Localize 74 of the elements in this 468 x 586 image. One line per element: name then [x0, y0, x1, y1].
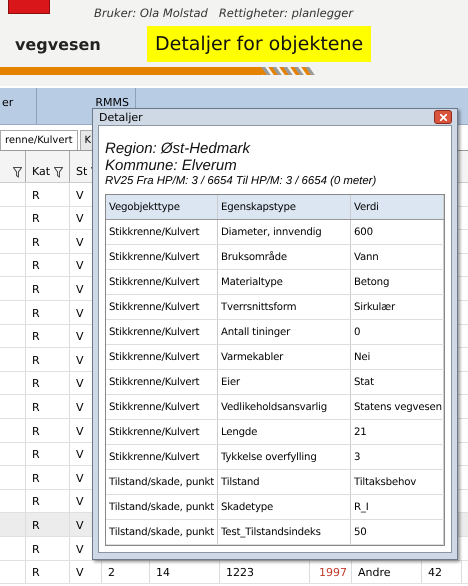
column-title: Kat: [32, 165, 50, 178]
table-cell: R: [26, 324, 70, 348]
brand-name: vegvesen: [14, 34, 102, 54]
table-cell: Statens vegvesen: [351, 395, 444, 419]
table-cell: R: [26, 372, 70, 394]
table-cell: R: [26, 300, 70, 324]
table-cell: Stikkrenne/Kulvert: [106, 370, 218, 394]
region-label: Region: Øst-Hedmark: [105, 140, 252, 157]
table-cell: R: [26, 513, 70, 536]
table-cell: 21: [351, 420, 444, 444]
user-info: Bruker: Ola Molstad Rettigheter: planlegger: [94, 5, 354, 22]
filter-icon[interactable]: [54, 167, 64, 178]
table-cell: Stikkrenne/Kulvert: [106, 245, 218, 269]
table-cell: 600: [351, 220, 444, 244]
location-label: RV25 Fra HP/M: 3 / 6654 Til HP/M: 3 / 6654 (0 meter): [105, 174, 378, 188]
table-cell: Antall tininger: [218, 320, 351, 344]
stripes-drawing: [260, 67, 312, 75]
table-cell: R: [26, 395, 70, 418]
column-header: Egenskapstype: [218, 195, 351, 219]
table-cell: Tilstand/skade, punkt: [106, 470, 218, 494]
tab[interactable]: renne/Kulvert: [0, 130, 78, 150]
table-cell: R: [26, 183, 70, 206]
table-cell: Tverrsnittsform: [218, 295, 351, 319]
table-cell: Stikkrenne/Kulvert: [106, 295, 218, 319]
table-cell: Tilstand/skade, punkt: [106, 520, 218, 544]
column-header: Vegobjekttype: [106, 195, 218, 219]
table-cell: R: [26, 348, 70, 371]
table-cell: R_I: [351, 495, 444, 519]
table-cell: R: [26, 490, 70, 512]
table-cell: Stikkrenne/Kulvert: [106, 345, 218, 369]
table-cell: R: [26, 254, 70, 276]
table-cell: Tilstand/skade, punkt: [106, 495, 218, 519]
table-cell: R: [26, 277, 70, 300]
table-cell: R: [26, 442, 70, 466]
table-cell: 0: [351, 320, 444, 344]
table-cell: 50: [351, 520, 444, 544]
table-cell: Stikkrenne/Kulvert: [106, 395, 218, 419]
callout-label: Detaljer for objektene: [147, 26, 372, 62]
logo-icon: [8, 0, 50, 14]
municipality-label: Kommune: Elverum: [105, 157, 238, 174]
table-cell: Stikkrenne/Kulvert: [106, 445, 218, 469]
tab[interactable]: er: [0, 88, 37, 124]
table-cell: Test_Tilstandsindeks: [218, 520, 351, 544]
table-cell: Stikkrenne/Kulvert: [106, 420, 218, 444]
table-cell: Tykkelse overfylling: [218, 445, 351, 469]
table-cell: Tilstand: [218, 470, 351, 494]
table-cell: Materialtype: [218, 270, 351, 294]
table-cell: Vedlikeholdsansvarlig: [218, 395, 351, 419]
table-cell: R: [26, 560, 70, 584]
close-button[interactable]: [434, 110, 452, 124]
table-cell: R: [26, 206, 70, 230]
table-cell: Diameter, innvendig: [218, 220, 351, 244]
table-cell: 3: [351, 445, 444, 469]
table-cell: Stikkrenne/Kulvert: [106, 270, 218, 294]
table-cell: Stikkrenne/Kulvert: [106, 220, 218, 244]
table-cell: R: [26, 418, 70, 442]
table-cell: R: [26, 536, 70, 560]
table-cell: Sirkulær: [351, 295, 444, 319]
table-cell: Stikkrenne/Kulvert: [106, 320, 218, 344]
table-cell: Varmekabler: [218, 345, 351, 369]
table-cell: Bruksområde: [218, 245, 351, 269]
column-title: St: [76, 165, 88, 178]
column-header: Verdi: [351, 195, 444, 219]
filter-icon[interactable]: [13, 167, 22, 178]
table-cell: R: [26, 466, 70, 489]
table-cell: Stat: [351, 370, 444, 394]
table-cell: Betong: [351, 270, 444, 294]
table-cell: R: [26, 230, 70, 253]
table-cell: Eier: [218, 370, 351, 394]
table-cell: Nei: [351, 345, 444, 369]
table-cell: Tiltaksbehov: [351, 470, 444, 494]
table-cell: Skadetype: [218, 495, 351, 519]
table-cell: Vann: [351, 245, 444, 269]
table-cell: Lengde: [218, 420, 351, 444]
